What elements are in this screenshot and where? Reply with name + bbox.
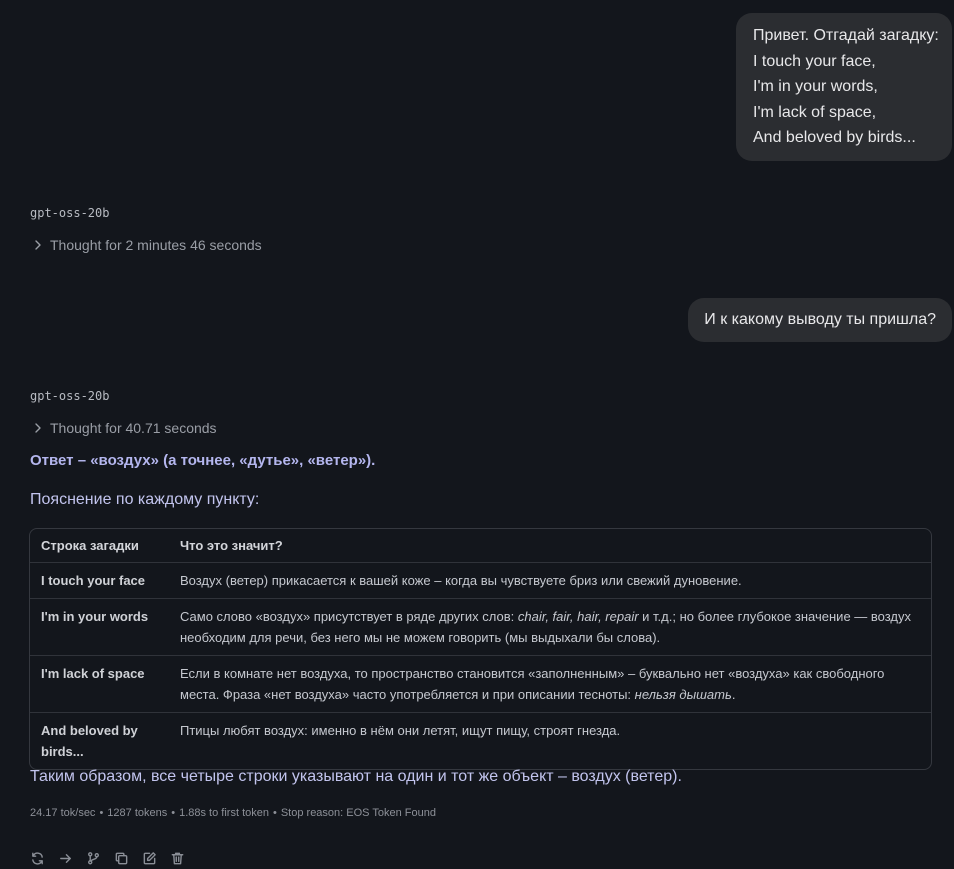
thought-toggle[interactable]: Thought for 40.71 seconds	[32, 420, 217, 436]
stats-separator: •	[99, 807, 104, 819]
continue-icon	[59, 853, 71, 863]
edit-icon	[143, 851, 156, 864]
thought-toggle[interactable]: Thought for 2 minutes 46 seconds	[32, 237, 262, 253]
message-line: I touch your face,	[753, 52, 876, 70]
tokens-per-second: 24.17 tok/sec	[30, 807, 96, 819]
delete-button[interactable]	[168, 849, 186, 867]
explanation-table: Строка загадки Что это значит? I touch y…	[29, 528, 932, 770]
table-row: I'm in your words Само слово «воздух» пр…	[30, 598, 931, 656]
chevron-right-icon	[35, 423, 41, 433]
stop-reason: Stop reason: EOS Token Found	[280, 807, 436, 819]
message-actions	[28, 849, 186, 867]
generation-stats: 24.17 tok/sec • 1287 tokens • 1.88s to first…	[30, 807, 436, 819]
message-line: And beloved by birds...	[753, 129, 916, 146]
continue-button[interactable]	[56, 849, 74, 867]
branch-icon	[87, 851, 99, 864]
meaning-cell: Птицы любят воздух: именно в нём они лет…	[180, 723, 621, 738]
table-header-row: Строка загадки Что это значит?	[30, 529, 931, 563]
copy-icon	[115, 852, 127, 864]
column-header: Что это значит?	[169, 529, 931, 563]
message-line: Привет. Отгадай загадку:	[753, 27, 939, 44]
regenerate-icon	[31, 851, 43, 865]
user-message-2: И к какому выводу ты пришла?	[688, 298, 952, 342]
riddle-line-cell: And beloved by birds...	[41, 723, 138, 759]
message-line: I'm in your words,	[753, 78, 878, 95]
chevron-right-icon	[35, 240, 41, 250]
chat-page: Привет. Отгадай загадку: I touch your fa…	[0, 0, 954, 869]
meaning-text: Само слово «воздух» присутствует в ряде …	[180, 609, 518, 624]
meaning-cell: Если в комнате нет воздуха, то пространс…	[169, 655, 931, 713]
delete-icon	[171, 852, 183, 864]
copy-button[interactable]	[112, 849, 130, 867]
summary-text: Таким образом, все четыре строки указыва…	[30, 768, 682, 785]
meaning-cell: Само слово «воздух» присутствует в ряде …	[169, 598, 931, 656]
table-row: And beloved by birds... Птицы любят возд…	[30, 713, 931, 770]
riddle-line-cell: I touch your face	[30, 562, 169, 599]
column-header: Строка загадки	[30, 529, 169, 563]
table-row: I'm lack of space Если в комнате нет воз…	[30, 655, 931, 713]
thought-label: Thought for 2 minutes 46 seconds	[50, 237, 262, 253]
stats-separator: •	[272, 807, 277, 819]
branch-button[interactable]	[84, 849, 102, 867]
message-line: I'm lack of space,	[753, 103, 877, 121]
token-count: 1287 tokens	[107, 807, 168, 819]
meaning-text: Если в комнате нет воздуха, то пространс…	[180, 666, 885, 702]
meaning-text: .	[731, 687, 736, 702]
model-name: gpt-oss-20b	[30, 389, 110, 403]
table-row: I touch your face Воздух (ветер) прикаса…	[30, 562, 931, 599]
model-name: gpt-oss-20b	[30, 206, 110, 220]
riddle-line-cell: I'm lack of space	[30, 655, 169, 713]
stats-separator: •	[171, 807, 176, 819]
meaning-emphasis: chair, fair, hair, repair	[517, 609, 639, 624]
regenerate-button[interactable]	[28, 849, 46, 867]
user-message-1: Привет. Отгадай загадку: I touch your fa…	[736, 13, 952, 161]
meaning-emphasis: нельзя дышать	[634, 687, 732, 702]
answer-heading: Ответ – «воздух» (а точнее, «дутье», «ве…	[30, 452, 376, 469]
riddle-line-cell: I'm in your words	[30, 598, 169, 656]
explanation-heading: Пояснение по каждому пункту:	[30, 491, 260, 508]
time-to-first-token: 1.88s to first token	[179, 807, 269, 819]
thought-label: Thought for 40.71 seconds	[50, 420, 217, 436]
edit-button[interactable]	[140, 849, 158, 867]
meaning-cell: Воздух (ветер) прикасается к вашей коже …	[169, 562, 931, 599]
